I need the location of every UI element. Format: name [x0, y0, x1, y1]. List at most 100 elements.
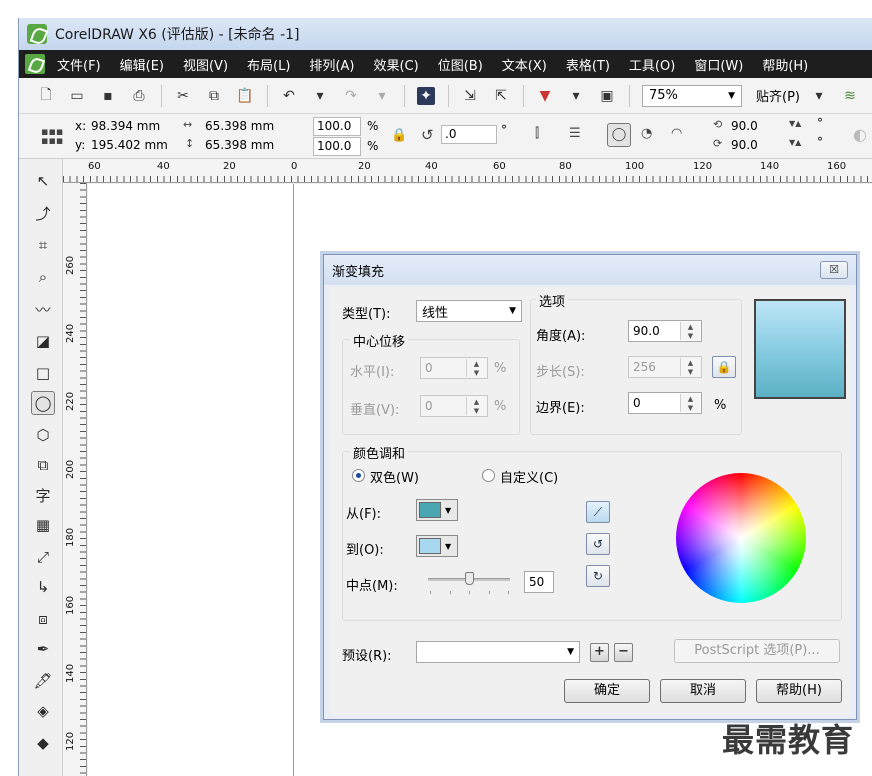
- edge-pad-spinner[interactable]: 0 ▲ ▼: [628, 392, 702, 414]
- two-color-radio[interactable]: [352, 469, 365, 482]
- menu-view[interactable]: 视图(V): [183, 55, 228, 74]
- outline-tool-icon[interactable]: 🖋: [31, 669, 55, 693]
- export-icon[interactable]: ⇱: [492, 87, 510, 105]
- fill-preview[interactable]: [754, 299, 846, 399]
- y-position-value[interactable]: 195.402 mm: [91, 138, 168, 152]
- help-button[interactable]: 帮助(H): [756, 679, 842, 703]
- redo-icon[interactable]: ↷: [342, 87, 360, 105]
- lock-ratio-icon[interactable]: 🔒: [391, 128, 407, 143]
- menu-bitmaps[interactable]: 位图(B): [438, 55, 483, 74]
- angle-spinner-icon[interactable]: ▼▲: [789, 138, 801, 147]
- width-field[interactable]: 65.398 mm: [201, 117, 293, 136]
- options-icon[interactable]: ≋: [841, 87, 859, 105]
- object-origin-icon[interactable]: ▪▪▪ ▪▪▪: [41, 126, 63, 146]
- cut-icon[interactable]: ✂: [174, 87, 192, 105]
- text-tool-icon[interactable]: 字: [31, 483, 55, 507]
- freehand-tool-icon[interactable]: 〰: [31, 297, 55, 321]
- search-content-icon[interactable]: ✦: [417, 86, 435, 105]
- end-angle-value[interactable]: 90.0: [731, 138, 758, 152]
- scale-y-field[interactable]: 100.0: [313, 137, 361, 156]
- undo-icon[interactable]: ↶: [280, 87, 298, 105]
- blend-tool-icon[interactable]: ⧈: [31, 607, 55, 631]
- counterclockwise-path-button[interactable]: ↺: [586, 533, 610, 555]
- custom-label[interactable]: 自定义(C): [500, 467, 558, 486]
- vertical-ruler[interactable]: 260 240 220 200 180 160 140 120: [63, 183, 87, 776]
- application-launcher-icon[interactable]: ▼: [536, 87, 554, 105]
- menu-table[interactable]: 表格(T): [566, 55, 610, 74]
- menu-tools[interactable]: 工具(O): [629, 55, 675, 74]
- x-position-value[interactable]: 98.394 mm: [91, 119, 160, 133]
- ellipse-tool-icon[interactable]: ◯: [31, 391, 55, 415]
- midpoint-slider-thumb[interactable]: [465, 572, 474, 585]
- pick-tool-icon[interactable]: ↖: [31, 169, 55, 193]
- undo-dropdown-icon[interactable]: ▾: [311, 87, 329, 105]
- welcome-screen-icon[interactable]: ▣: [598, 87, 616, 105]
- eyedropper-tool-icon[interactable]: ✒: [31, 637, 55, 661]
- cancel-button[interactable]: 取消: [660, 679, 746, 703]
- connector-tool-icon[interactable]: ↳: [31, 575, 55, 599]
- close-button[interactable]: ☒: [820, 261, 848, 279]
- zoom-level-select[interactable]: 75% ▼: [642, 84, 742, 107]
- lock-steps-button[interactable]: 🔒: [712, 356, 736, 378]
- start-angle-value[interactable]: 90.0: [731, 119, 758, 133]
- spinner-arrows-icon[interactable]: ▲ ▼: [466, 397, 486, 415]
- ellipse-mode-icon[interactable]: ◯: [607, 123, 631, 147]
- two-color-label[interactable]: 双色(W): [370, 467, 419, 486]
- horizontal-ruler[interactable]: 60 40 20 0 20 40 60 80 100 120 140 160: [63, 159, 872, 183]
- postscript-options-button[interactable]: PostScript 选项(P)...: [674, 639, 840, 663]
- arc-mode-icon[interactable]: ◠: [671, 126, 682, 141]
- ok-button[interactable]: 确定: [564, 679, 650, 703]
- add-preset-button[interactable]: +: [590, 643, 609, 662]
- menu-text[interactable]: 文本(X): [502, 55, 547, 74]
- mirror-vertical-icon[interactable]: ☰: [569, 126, 581, 141]
- redo-dropdown-icon[interactable]: ▾: [373, 87, 391, 105]
- zoom-tool-icon[interactable]: ⌕: [31, 265, 55, 289]
- midpoint-value-box[interactable]: 50: [524, 571, 554, 593]
- menu-window[interactable]: 窗口(W): [694, 55, 743, 74]
- spinner-arrows-icon[interactable]: ▲ ▼: [680, 394, 700, 412]
- clockwise-path-button[interactable]: ↻: [586, 565, 610, 587]
- mirror-horizontal-icon[interactable]: ⫿: [535, 126, 539, 141]
- dimension-tool-icon[interactable]: ⤢: [31, 545, 55, 569]
- spinner-arrows-icon[interactable]: ▲ ▼: [680, 358, 700, 376]
- to-color-picker[interactable]: ▼: [416, 535, 458, 557]
- table-tool-icon[interactable]: ▦: [31, 513, 55, 537]
- pie-mode-icon[interactable]: ◔: [641, 126, 652, 141]
- type-select[interactable]: 线性 ▼: [416, 300, 522, 322]
- polygon-tool-icon[interactable]: ⬡: [31, 423, 55, 447]
- menu-arrange[interactable]: 排列(A): [309, 55, 354, 74]
- vertical-spinner[interactable]: 0 ▲ ▼: [420, 395, 488, 417]
- spinner-arrows-icon[interactable]: ▲ ▼: [680, 322, 700, 340]
- direct-path-button[interactable]: ⟋: [586, 501, 610, 523]
- basic-shapes-tool-icon[interactable]: ⧉: [31, 453, 55, 477]
- menu-help[interactable]: 帮助(H): [762, 55, 808, 74]
- custom-radio[interactable]: [482, 469, 495, 482]
- menu-edit[interactable]: 编辑(E): [120, 55, 164, 74]
- menu-file[interactable]: 文件(F): [57, 55, 101, 74]
- horizontal-spinner[interactable]: 0 ▲ ▼: [420, 357, 488, 379]
- crop-tool-icon[interactable]: ⌗: [31, 233, 55, 257]
- preset-select[interactable]: ▼: [416, 641, 580, 663]
- menu-layout[interactable]: 布局(L): [247, 55, 290, 74]
- menu-effects[interactable]: 效果(C): [373, 55, 418, 74]
- scale-x-field[interactable]: 100.0: [313, 117, 361, 136]
- from-color-picker[interactable]: ▼: [416, 499, 458, 521]
- copy-icon[interactable]: ⧉: [205, 87, 223, 105]
- rotation-field[interactable]: .0: [441, 125, 497, 144]
- fill-tool-icon[interactable]: ◈: [31, 699, 55, 723]
- shape-tool-icon[interactable]: ⤴: [31, 201, 55, 225]
- remove-preset-button[interactable]: −: [614, 643, 633, 662]
- menu-logo-icon[interactable]: [25, 54, 45, 74]
- direction-icon[interactable]: ◐: [853, 125, 867, 144]
- color-wheel[interactable]: [676, 473, 806, 603]
- paste-icon[interactable]: 📋: [236, 87, 254, 105]
- save-icon[interactable]: ▪: [99, 87, 117, 105]
- height-field[interactable]: 65.398 mm: [201, 136, 293, 155]
- interactive-fill-tool-icon[interactable]: ◆: [31, 731, 55, 755]
- angle-spinner[interactable]: 90.0 ▲ ▼: [628, 320, 702, 342]
- new-document-icon[interactable]: 🗋: [37, 87, 55, 105]
- snap-to-button[interactable]: 贴齐(P): [756, 86, 800, 105]
- smart-fill-tool-icon[interactable]: ◪: [31, 329, 55, 353]
- rectangle-tool-icon[interactable]: □: [31, 361, 55, 385]
- steps-spinner[interactable]: 256 ▲ ▼: [628, 356, 702, 378]
